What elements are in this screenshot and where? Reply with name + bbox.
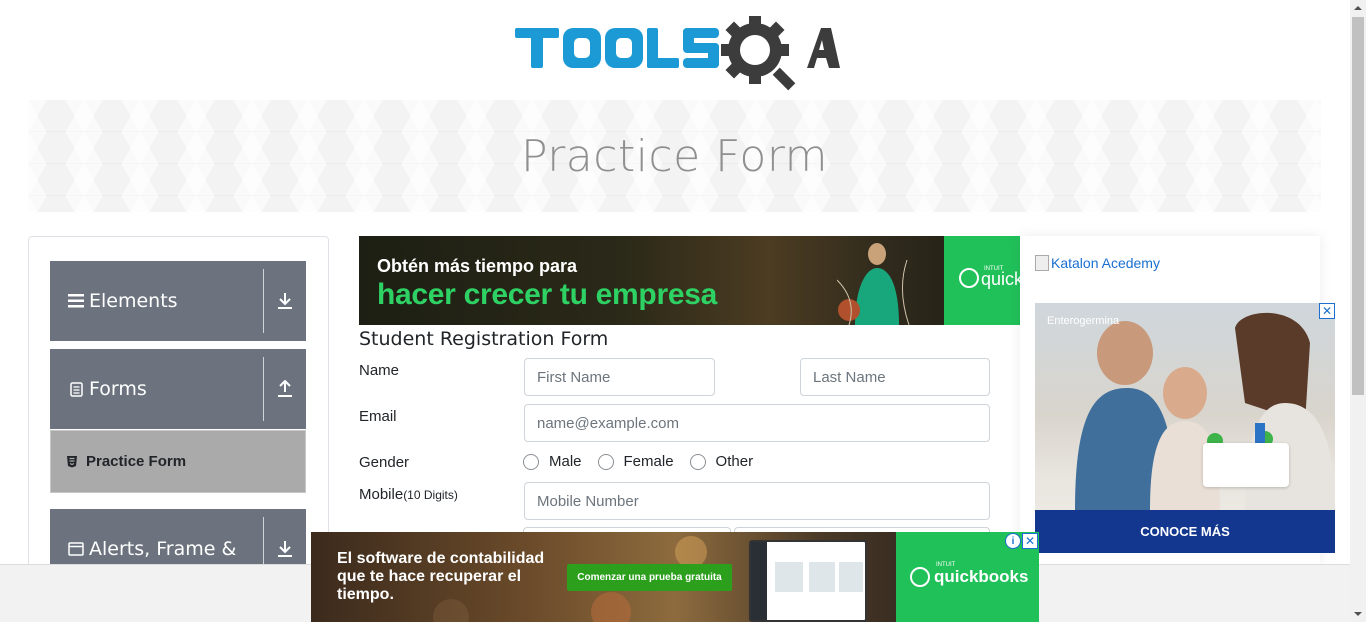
sidebar-group-label: Alerts, Frame & xyxy=(89,538,237,560)
sidebar-group-elements[interactable]: Elements xyxy=(50,261,306,341)
ad-text: El software de contabilidad que te hace … xyxy=(337,550,545,603)
sidebar-group-forms[interactable]: Forms xyxy=(50,349,306,429)
sidebar: Elements Forms Practice Form Alerts, Fra… xyxy=(28,236,329,589)
screen-card xyxy=(809,562,835,592)
gender-label: Gender xyxy=(359,454,410,471)
gender-radio-group: Male Female Other xyxy=(523,453,769,470)
document-icon xyxy=(67,381,85,397)
ad-close-icon[interactable]: ✕ xyxy=(1022,533,1038,549)
scroll-down-icon[interactable] xyxy=(1350,606,1366,622)
form-title: Student Registration Form xyxy=(359,328,609,350)
sidebar-item-label: Practice Form xyxy=(86,453,187,470)
sidebar-group-label: Elements xyxy=(89,290,178,312)
divider xyxy=(263,357,264,421)
hamburger-icon xyxy=(67,294,85,308)
quickbooks-logo: INTUIT quick xyxy=(944,236,1020,325)
name-label: Name xyxy=(359,362,400,379)
mobile-label: Mobile(10 Digits) xyxy=(359,486,458,503)
quickbooks-label: quick xyxy=(981,269,1020,289)
product-box xyxy=(1203,443,1289,487)
email-input[interactable] xyxy=(524,404,990,442)
page-banner: Practice Form xyxy=(28,100,1321,212)
screen-card xyxy=(775,562,803,592)
email-label: Email xyxy=(359,408,397,425)
radio-label: Female xyxy=(623,453,674,470)
last-name-input[interactable] xyxy=(800,358,990,396)
sidebar-group-label: Forms xyxy=(89,378,147,400)
laptop-screen-image xyxy=(749,540,867,622)
gender-female-option[interactable]: Female xyxy=(597,453,674,470)
adchoices-icon[interactable]: i xyxy=(1005,533,1021,549)
download-arrow-icon[interactable] xyxy=(264,292,306,310)
ad-trial-button[interactable]: Comenzar una prueba gratuita xyxy=(567,564,732,591)
radio-button[interactable] xyxy=(523,453,539,470)
mobile-label-text: Mobile xyxy=(359,486,404,503)
broken-image-icon xyxy=(1035,255,1049,271)
scroll-up-icon[interactable] xyxy=(1350,0,1366,16)
screen-sidebar xyxy=(751,542,767,620)
mobile-hint: (10 Digits) xyxy=(403,488,458,502)
ad-woman-image xyxy=(837,243,910,325)
vertical-scrollbar[interactable] xyxy=(1350,0,1366,622)
ad-close-icon[interactable]: ✕ xyxy=(1319,303,1335,319)
html5-shield-icon xyxy=(66,455,78,468)
divider xyxy=(263,269,264,333)
ad-cta-button[interactable]: CONOCE MÁS xyxy=(1035,510,1335,553)
mobile-input[interactable] xyxy=(524,482,990,520)
radio-label: Male xyxy=(549,453,582,470)
download-arrow-icon[interactable] xyxy=(264,540,306,558)
ad-subheadline: hacer crecer tu empresa xyxy=(377,278,717,311)
quickbooks-circle-icon xyxy=(910,567,930,587)
page: Practice Form Elements Forms Practice Fo… xyxy=(0,0,1366,622)
enterogermina-ad[interactable]: Enterogermina ✕ CONOCE MÁS xyxy=(1035,303,1335,553)
page-title: Practice Form xyxy=(520,130,829,182)
ad-headline: Obtén más tiempo para xyxy=(377,256,578,276)
family-ad-image xyxy=(1075,312,1335,510)
toolsqa-logo[interactable] xyxy=(515,16,840,91)
gender-other-option[interactable]: Other xyxy=(689,453,754,470)
right-advertisement: Katalon Acedemy Enterogermina ✕ CONOCE M… xyxy=(1020,236,1335,566)
first-name-input[interactable] xyxy=(524,358,715,396)
radio-label: Other xyxy=(715,453,754,470)
katalon-academy-link[interactable]: Katalon Acedemy xyxy=(1035,255,1160,271)
quickbooks-circle-icon xyxy=(959,268,979,288)
scrollbar-thumb[interactable] xyxy=(1352,17,1364,395)
window-icon xyxy=(67,542,85,556)
toolsqa-logo-graphic xyxy=(515,16,840,91)
quickbooks-label: quickbooks xyxy=(934,567,1029,586)
ad-brand: Enterogermina xyxy=(1047,315,1120,327)
gender-male-option[interactable]: Male xyxy=(523,453,582,470)
radio-button[interactable] xyxy=(689,453,706,470)
top-advertisement[interactable]: Obtén más tiempo para hacer crecer tu em… xyxy=(359,236,1020,325)
sidebar-item-practice-form[interactable]: Practice Form xyxy=(50,430,306,493)
radio-button[interactable] xyxy=(597,453,614,470)
screen-card xyxy=(839,562,863,592)
bottom-advertisement[interactable]: El software de contabilidad que te hace … xyxy=(311,532,1039,622)
upload-arrow-icon[interactable] xyxy=(264,380,306,398)
katalon-link-text: Katalon Acedemy xyxy=(1051,255,1160,271)
